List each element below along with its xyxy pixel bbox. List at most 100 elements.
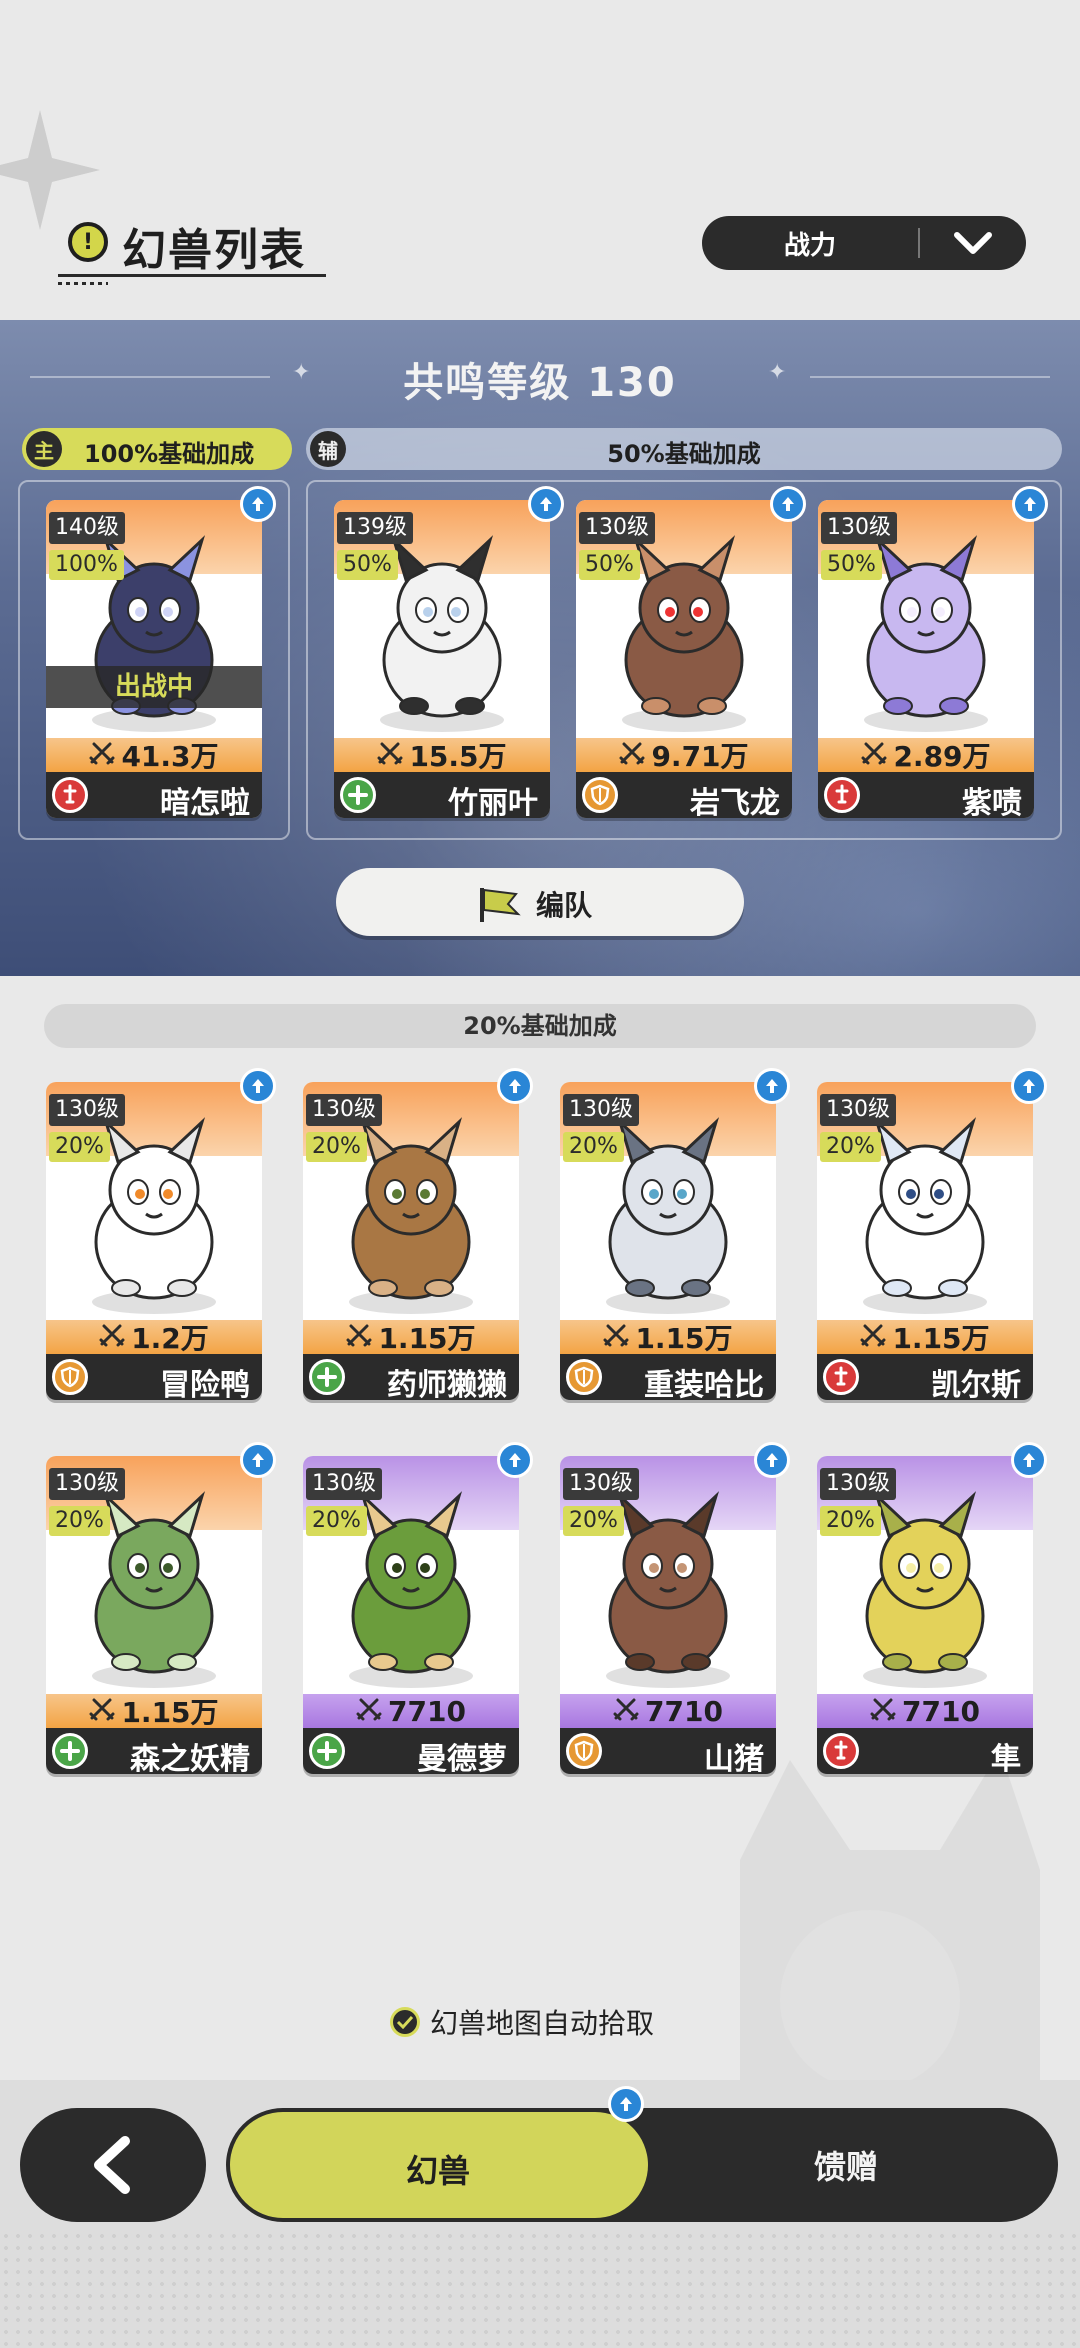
card-power: 9.71万	[576, 738, 792, 773]
card-name: 重装哈比	[644, 1368, 764, 1403]
floor-pattern	[0, 2230, 1080, 2348]
card-name: 暗怎啦	[160, 786, 250, 821]
card-power-value: 1.15万	[635, 1322, 733, 1355]
beast-art	[818, 510, 1034, 746]
card-power: 2.89万	[818, 738, 1034, 773]
attack-role-icon	[823, 1733, 859, 1769]
card-name: 岩飞龙	[690, 786, 780, 821]
card-power-value: 1.15万	[892, 1322, 990, 1355]
beast-card[interactable]: 130级 50% 2.89万 紫啧	[818, 486, 1048, 821]
beast-portrait	[349, 1117, 473, 1314]
beast-card[interactable]: 130级 20% 7710 隼	[817, 1442, 1047, 1777]
beast-portrait	[864, 535, 988, 732]
upgrade-arrow-icon[interactable]	[240, 1442, 276, 1478]
card-level: 130级	[579, 512, 655, 544]
card-name-bar: 重装哈比	[560, 1354, 776, 1403]
card-name: 山猪	[704, 1742, 764, 1777]
beast-art	[303, 1466, 519, 1702]
card-bonus-pct: 20%	[820, 1132, 881, 1162]
auto-pickup-label: 幻兽地图自动拾取	[430, 2007, 655, 2040]
card-level: 130级	[563, 1468, 639, 1500]
beast-card[interactable]: 130级 20% 1.15万 森之妖精	[46, 1442, 276, 1777]
power-icon	[99, 1321, 125, 1354]
card-name-bar: 暗怎啦	[46, 772, 262, 821]
power-icon	[861, 739, 887, 772]
beast-portrait	[92, 1491, 216, 1688]
card-power: 1.15万	[46, 1694, 262, 1729]
beast-card[interactable]: 130级 20% 1.15万 重装哈比	[560, 1068, 790, 1403]
card-level: 130级	[49, 1094, 125, 1126]
card-power: 41.3万	[46, 738, 262, 773]
beast-card[interactable]: 130级 20% 1.15万 凯尔斯	[817, 1068, 1047, 1403]
power-icon	[89, 1695, 115, 1728]
tab-beasts-label: 幻兽	[406, 2152, 471, 2190]
beast-card[interactable]: 130级 50% 9.71万 岩飞龙	[576, 486, 806, 821]
card-level: 130级	[306, 1094, 382, 1126]
card-power: 1.15万	[303, 1320, 519, 1355]
tab-beasts[interactable]: 幻兽	[230, 2112, 648, 2218]
power-icon	[377, 739, 403, 772]
card-name-bar: 凯尔斯	[817, 1354, 1033, 1403]
card-bonus-pct: 20%	[563, 1132, 624, 1162]
upgrade-arrow-icon[interactable]	[497, 1442, 533, 1478]
defense-role-icon	[582, 777, 618, 813]
beast-card[interactable]: 130级 20% 1.2万 冒险鸭	[46, 1068, 276, 1403]
page-title: 幻兽列表	[122, 225, 306, 276]
beast-portrait	[606, 1117, 730, 1314]
card-name-bar: 岩飞龙	[576, 772, 792, 821]
card-name: 隼	[991, 1742, 1021, 1777]
tab-bar: 幻兽 馈赠	[226, 2086, 1058, 2222]
card-name-bar: 冒险鸭	[46, 1354, 262, 1403]
chevron-down-icon[interactable]	[920, 231, 1026, 255]
tab-gifts[interactable]: 馈赠	[648, 2108, 1058, 2222]
page-header: ! 幻兽列表 战力	[0, 200, 1080, 320]
main-bonus-text: 100%基础加成	[84, 440, 255, 468]
upgrade-arrow-icon[interactable]	[240, 1068, 276, 1104]
title-underline	[58, 274, 326, 277]
beast-art	[303, 1092, 519, 1328]
beast-card[interactable]: 140级 100% 出战中 41.3万 暗怎啦	[46, 486, 276, 821]
card-bonus-pct: 50%	[337, 550, 398, 580]
upgrade-arrow-icon[interactable]	[240, 486, 276, 522]
upgrade-arrow-icon[interactable]	[754, 1068, 790, 1104]
reserve-bonus-tag: 20%基础加成	[44, 1004, 1036, 1048]
flag-icon	[480, 888, 521, 922]
card-bonus-pct: 20%	[49, 1506, 110, 1536]
upgrade-arrow-icon[interactable]	[1011, 1442, 1047, 1478]
heal-role-icon	[52, 1733, 88, 1769]
formation-button[interactable]: 编队	[336, 868, 744, 936]
beast-card[interactable]: 139级 50% 15.5万 竹丽叶	[334, 486, 564, 821]
card-name-bar: 竹丽叶	[334, 772, 550, 821]
card-power-value: 41.3万	[121, 740, 219, 773]
card-power: 1.2万	[46, 1320, 262, 1355]
info-icon[interactable]: !	[68, 222, 108, 262]
auto-pickup-toggle[interactable]: 幻兽地图自动拾取	[390, 2002, 654, 2042]
upgrade-arrow-icon[interactable]	[497, 1068, 533, 1104]
beast-portrait	[606, 1491, 730, 1688]
resonance-level: 共鸣等级 130	[403, 360, 677, 406]
upgrade-arrow-icon[interactable]	[1011, 1068, 1047, 1104]
support-bonus-text: 50%基础加成	[607, 440, 761, 468]
card-name-bar: 紫啧	[818, 772, 1034, 821]
back-arrow-icon	[94, 2136, 130, 2194]
beast-card[interactable]: 130级 20% 7710 山猪	[560, 1442, 790, 1777]
card-name-bar: 药师獭獭	[303, 1354, 519, 1403]
card-name-bar: 山猪	[560, 1728, 776, 1777]
card-level: 130级	[820, 1468, 896, 1500]
beast-card[interactable]: 130级 20% 7710 曼德萝	[303, 1442, 533, 1777]
attack-role-icon	[823, 1359, 859, 1395]
upgrade-arrow-icon	[608, 2086, 644, 2122]
card-name: 冒险鸭	[160, 1368, 250, 1403]
beast-portrait	[863, 1117, 987, 1314]
card-name: 药师獭獭	[387, 1368, 507, 1403]
upgrade-arrow-icon[interactable]	[754, 1442, 790, 1478]
sort-dropdown[interactable]: 战力	[702, 216, 1026, 270]
beast-card[interactable]: 130级 20% 1.15万 药师獭獭	[303, 1068, 533, 1403]
power-icon	[89, 739, 115, 772]
upgrade-arrow-icon[interactable]	[1012, 486, 1048, 522]
back-button[interactable]	[20, 2108, 206, 2222]
upgrade-arrow-icon[interactable]	[528, 486, 564, 522]
upgrade-arrow-icon[interactable]	[770, 486, 806, 522]
defense-role-icon	[52, 1359, 88, 1395]
card-name: 紫啧	[962, 786, 1022, 821]
